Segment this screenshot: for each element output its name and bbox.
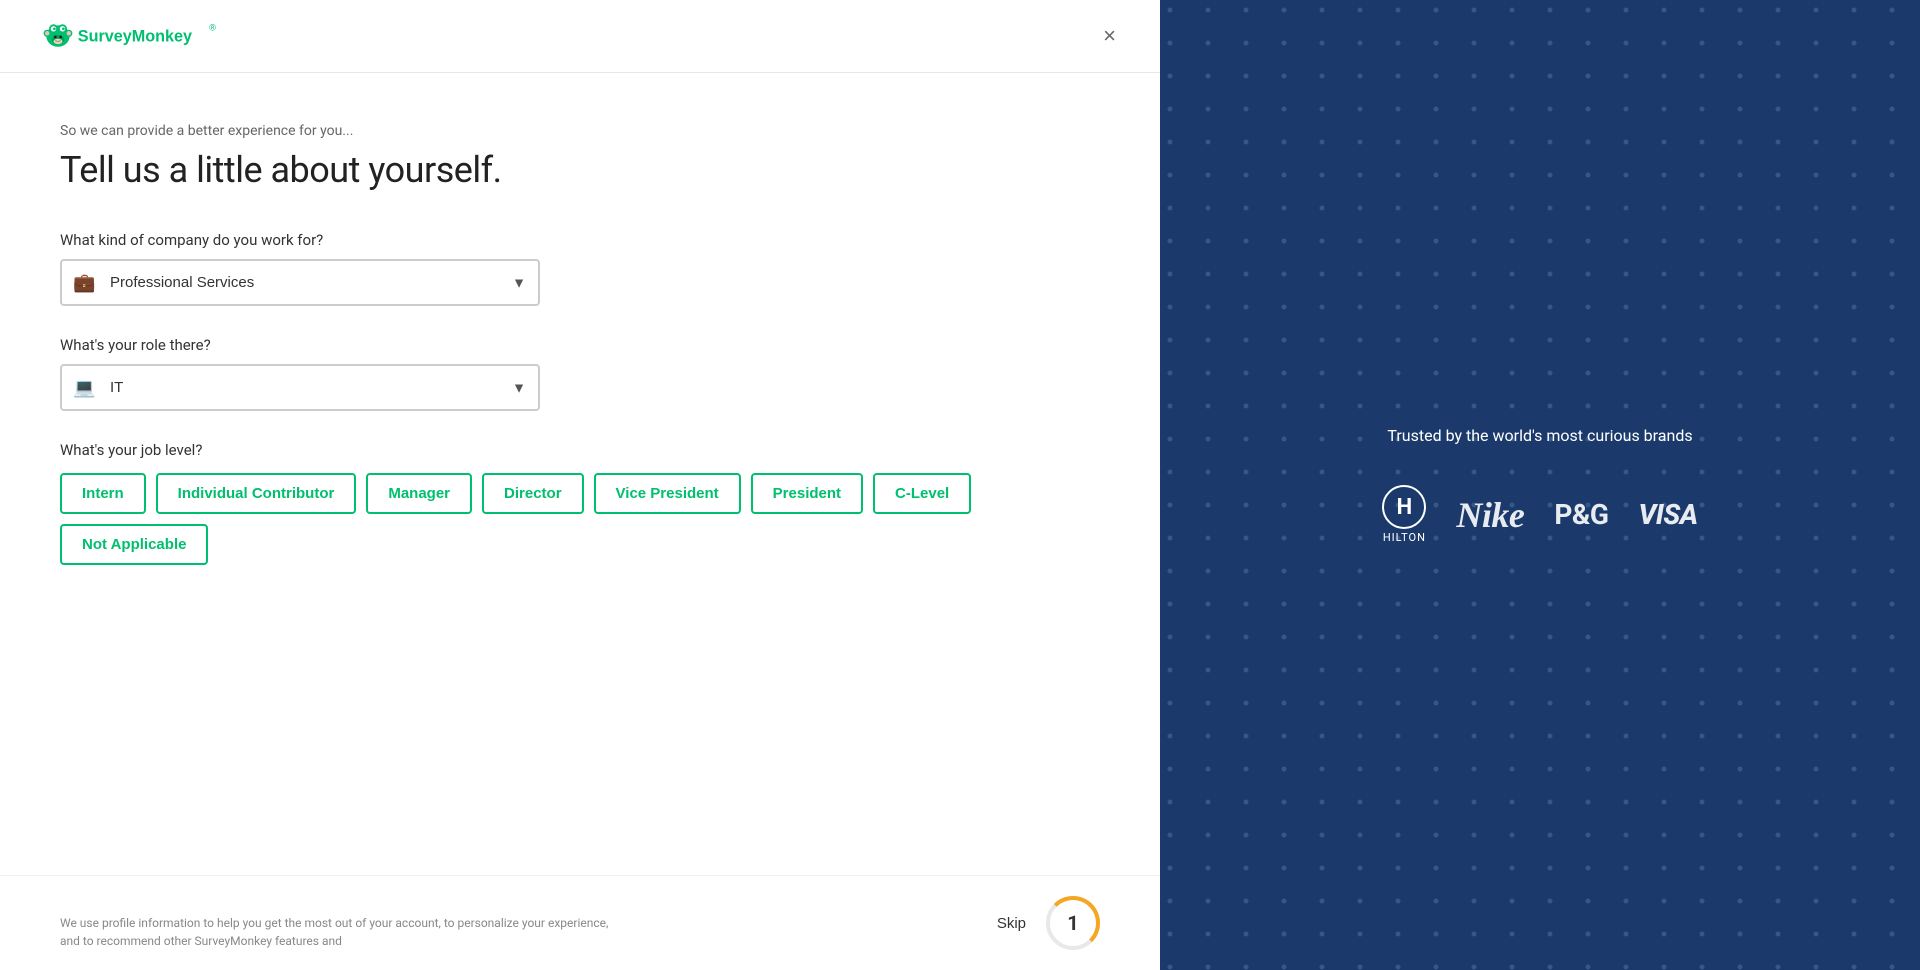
svg-text:®: ®	[209, 23, 216, 33]
job-level-section: What's your job level? Intern Individual…	[60, 441, 1100, 565]
disclaimer-text: We use profile information to help you g…	[60, 914, 620, 950]
job-level-buttons-group: Intern Individual Contributor Manager Di…	[60, 473, 1100, 565]
job-level-label: What's your job level?	[60, 441, 1100, 459]
svg-text:SurveyMonkey: SurveyMonkey	[78, 27, 192, 45]
job-btn-vice-president[interactable]: Vice President	[594, 473, 741, 514]
close-button[interactable]: ×	[1099, 21, 1120, 51]
role-section: What's your role there? 💻 IT Marketing S…	[60, 336, 1100, 411]
brand-pg: P&G	[1554, 498, 1608, 531]
subtitle: So we can provide a better experience fo…	[60, 123, 1100, 139]
header: SurveyMonkey ® ×	[0, 0, 1160, 73]
job-btn-president[interactable]: President	[751, 473, 863, 514]
left-panel: SurveyMonkey ® × So we can provide a bet…	[0, 0, 1160, 970]
company-select-container: 💼 Professional Services Technology Healt…	[60, 259, 540, 306]
footer: We use profile information to help you g…	[0, 875, 1160, 970]
job-btn-individual-contributor[interactable]: Individual Contributor	[156, 473, 357, 514]
step-indicator: 1	[1046, 896, 1100, 950]
page-title: Tell us a little about yourself.	[60, 149, 1100, 191]
step-number: 1	[1067, 911, 1078, 935]
brand-hilton: H HILTON	[1382, 485, 1426, 544]
role-chevron-icon: ▼	[512, 379, 526, 396]
trusted-text: Trusted by the world's most curious bran…	[1382, 426, 1697, 445]
job-btn-c-level[interactable]: C-Level	[873, 473, 971, 514]
role-select-container: 💻 IT Marketing Sales HR Operations Finan…	[60, 364, 540, 411]
brand-nike: Nike	[1456, 494, 1524, 536]
skip-button[interactable]: Skip	[997, 915, 1026, 932]
surveymonkey-logo: SurveyMonkey ®	[40, 18, 220, 54]
trusted-section: Trusted by the world's most curious bran…	[1342, 386, 1737, 584]
hilton-label: HILTON	[1383, 531, 1426, 544]
company-icon: 💼	[73, 272, 95, 293]
right-panel: Trusted by the world's most curious bran…	[1160, 0, 1920, 970]
brand-logos: H HILTON Nike P&G VISA	[1382, 485, 1697, 544]
logo: SurveyMonkey ®	[40, 18, 220, 54]
company-select[interactable]: Professional Services Technology Healthc…	[60, 259, 540, 306]
job-btn-manager[interactable]: Manager	[366, 473, 472, 514]
role-select[interactable]: IT Marketing Sales HR Operations Finance…	[60, 364, 540, 411]
company-section: What kind of company do you work for? 💼 …	[60, 231, 1100, 306]
footer-right: Skip 1	[997, 896, 1100, 950]
company-chevron-icon: ▼	[512, 274, 526, 291]
role-label: What's your role there?	[60, 336, 1100, 354]
job-btn-director[interactable]: Director	[482, 473, 584, 514]
company-label: What kind of company do you work for?	[60, 231, 1100, 249]
job-btn-intern[interactable]: Intern	[60, 473, 146, 514]
main-content: So we can provide a better experience fo…	[0, 73, 1160, 875]
brand-visa: VISA	[1638, 498, 1697, 531]
role-icon: 💻	[73, 377, 95, 398]
hilton-circle-icon: H	[1382, 485, 1426, 529]
job-btn-not-applicable[interactable]: Not Applicable	[60, 524, 208, 565]
